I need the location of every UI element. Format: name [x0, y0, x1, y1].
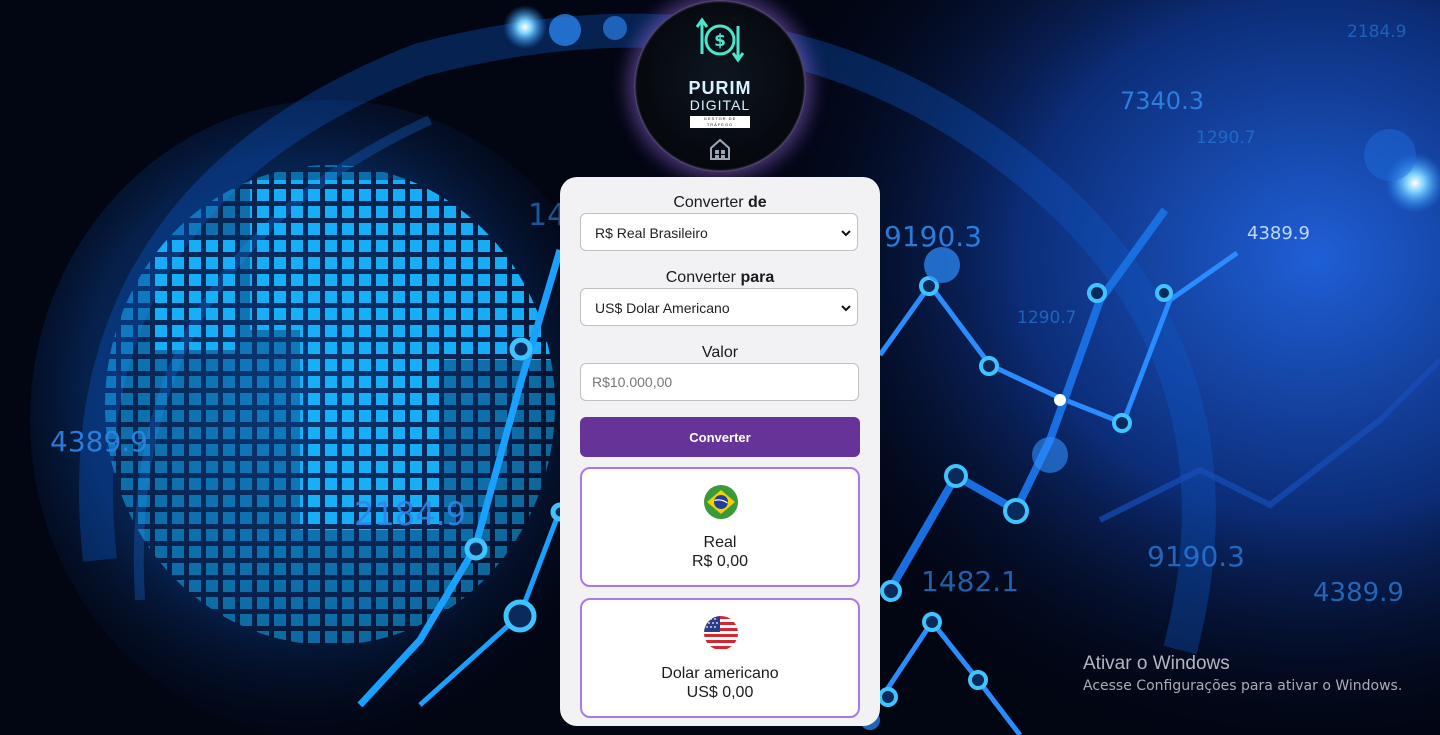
result-currency-name: Real [703, 534, 737, 551]
bg-number: 4389.9 [1247, 223, 1310, 244]
svg-text:$: $ [714, 31, 726, 51]
value-input[interactable] [580, 363, 859, 401]
convert-button[interactable]: Converter [580, 417, 860, 457]
result-amount: US$ 0,00 [686, 684, 754, 701]
bg-number: 4389.9 [1313, 578, 1404, 608]
brazil-flag-icon [704, 485, 738, 519]
from-currency-select[interactable]: R$ Real Brasileiro [580, 213, 858, 251]
to-currency-value: US$ Dolar Americano [595, 300, 730, 316]
from-label: Converter de [673, 194, 767, 211]
bg-number: 2184.9 [1347, 22, 1407, 42]
logo-tagline: GESTOR DE TRÁFEGO [690, 116, 750, 128]
windows-activation-subtitle: Acesse Configurações para ativar o Windo… [1083, 678, 1403, 694]
bg-number: 1482.1 [921, 565, 1019, 598]
usa-flag-icon [704, 616, 738, 650]
to-label: Converter para [665, 269, 775, 286]
logo-brand-line1: PURIM [688, 78, 752, 98]
bg-number: 2184.9 [354, 495, 466, 533]
bg-number: 9190.3 [1147, 540, 1245, 573]
bg-number: 1290.7 [1017, 308, 1077, 328]
to-currency-select[interactable]: US$ Dolar Americano [580, 288, 858, 326]
dollar-exchange-icon: $ [695, 17, 745, 63]
chevron-down-icon [841, 305, 851, 312]
chevron-down-icon [841, 230, 851, 237]
result-card-dollar: Dolar americano US$ 0,00 [580, 598, 860, 718]
value-label: Valor [701, 344, 739, 361]
converter-card: Converter de R$ Real Brasileiro Converte… [560, 177, 880, 726]
from-currency-value: R$ Real Brasileiro [595, 225, 708, 241]
result-card-real: Real R$ 0,00 [580, 467, 860, 587]
bg-number: 4389.9 [50, 425, 148, 458]
result-amount: R$ 0,00 [691, 553, 749, 570]
purim-digital-logo: $ PURIM DIGITAL GESTOR DE TRÁFEGO [634, 0, 806, 172]
logo-brand-line2: DIGITAL [689, 97, 751, 113]
bg-number: 7340.3 [1120, 87, 1204, 115]
windows-activation-title: Ativar o Windows [1083, 653, 1230, 674]
result-currency-name: Dolar americano [661, 665, 779, 682]
bg-number: 9190.3 [884, 220, 982, 253]
home-icon[interactable] [709, 137, 731, 161]
bg-number: 1290.7 [1196, 128, 1256, 148]
